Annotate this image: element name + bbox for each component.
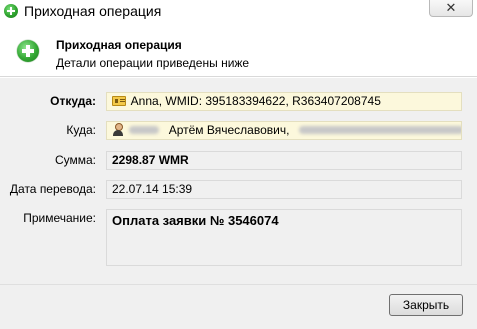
date-value: 22.07.14 15:39 xyxy=(112,182,193,196)
amount-field[interactable]: 2298.87 WMR xyxy=(106,151,462,170)
operation-window: Приходная операция ✕ Приходная операция … xyxy=(0,0,477,329)
dialog-header: Приходная операция Детали операции приве… xyxy=(0,23,477,77)
from-field[interactable]: Anna, WMID: 395183394622, R363407208745 xyxy=(106,92,462,111)
header-title: Приходная операция xyxy=(56,38,182,52)
to-label: Куда: xyxy=(66,123,96,137)
note-field[interactable]: Оплата заявки № 3546074 xyxy=(106,209,462,266)
redacted-text xyxy=(129,125,160,134)
amount-value: 2298.87 WMR xyxy=(112,153,189,167)
window-title: Приходная операция xyxy=(24,3,162,19)
note-value: Оплата заявки № 3546074 xyxy=(112,213,279,228)
close-button[interactable]: Закрыть xyxy=(389,294,463,316)
to-value: Артём Вячеславович, xyxy=(168,123,290,137)
wmid-card-icon xyxy=(112,95,126,106)
add-green-icon xyxy=(17,40,39,62)
amount-label: Сумма: xyxy=(54,153,96,167)
window-close-button[interactable]: ✕ xyxy=(429,0,473,17)
title-bar[interactable]: Приходная операция ✕ xyxy=(0,0,477,23)
date-label: Дата перевода: xyxy=(9,182,96,196)
from-value: Anna, WMID: 395183394622, R363407208745 xyxy=(130,94,381,108)
from-label: Откуда: xyxy=(50,94,96,108)
dialog-footer: Закрыть xyxy=(0,284,477,329)
details-panel: Откуда: Anna, WMID: 395183394622, R36340… xyxy=(0,78,477,284)
add-green-icon xyxy=(4,4,18,18)
close-icon: ✕ xyxy=(445,0,457,15)
person-icon xyxy=(112,122,124,137)
redacted-text xyxy=(298,125,461,134)
note-label: Примечание: xyxy=(23,211,96,225)
date-field[interactable]: 22.07.14 15:39 xyxy=(106,180,462,199)
header-subtitle: Детали операции приведены ниже xyxy=(56,56,250,70)
to-field[interactable]: Артём Вячеславович, xyxy=(106,121,462,140)
